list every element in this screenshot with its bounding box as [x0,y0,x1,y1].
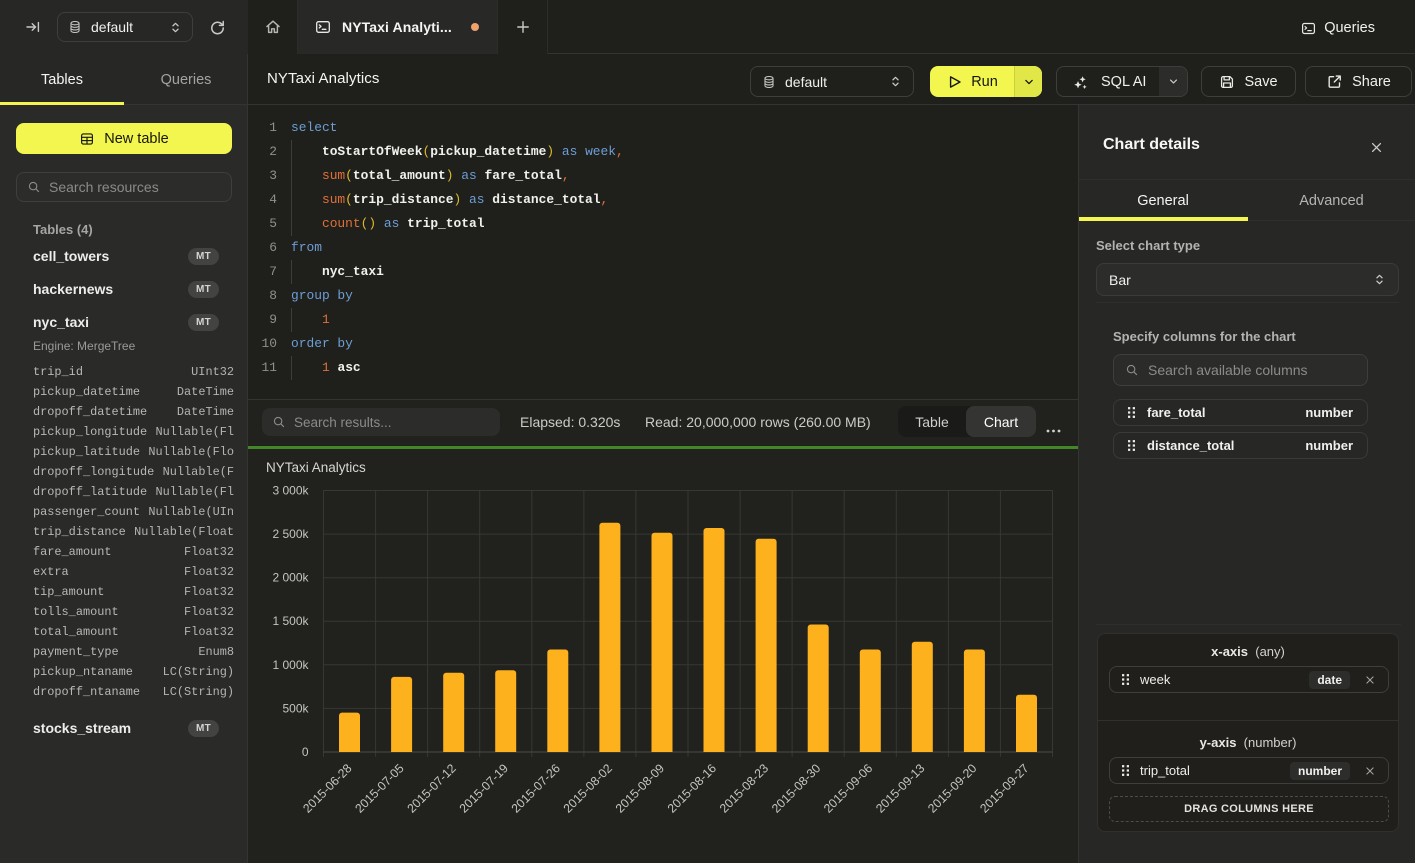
svg-text:2015-07-26: 2015-07-26 [509,761,563,815]
svg-text:2015-07-05: 2015-07-05 [352,761,406,815]
svg-text:2015-09-20: 2015-09-20 [925,761,979,815]
svg-text:2015-08-09: 2015-08-09 [613,761,667,815]
svg-text:1 000k: 1 000k [272,658,309,672]
svg-text:2015-08-16: 2015-08-16 [665,761,719,815]
svg-text:2015-08-23: 2015-08-23 [717,761,771,815]
svg-text:2 500k: 2 500k [272,527,309,541]
svg-text:2015-08-02: 2015-08-02 [561,761,615,815]
svg-text:2015-07-12: 2015-07-12 [404,761,458,815]
svg-text:0: 0 [302,745,309,759]
svg-text:2 000k: 2 000k [272,571,309,585]
svg-text:2015-09-27: 2015-09-27 [977,761,1031,815]
svg-text:2015-07-19: 2015-07-19 [457,761,511,815]
svg-text:3 000k: 3 000k [272,484,309,498]
svg-text:2015-06-28: 2015-06-28 [300,761,354,815]
svg-text:500k: 500k [282,701,309,715]
svg-text:2015-09-13: 2015-09-13 [873,761,927,815]
svg-text:2015-08-30: 2015-08-30 [769,761,823,815]
svg-text:2015-09-06: 2015-09-06 [821,761,875,815]
svg-text:1 500k: 1 500k [272,614,309,628]
